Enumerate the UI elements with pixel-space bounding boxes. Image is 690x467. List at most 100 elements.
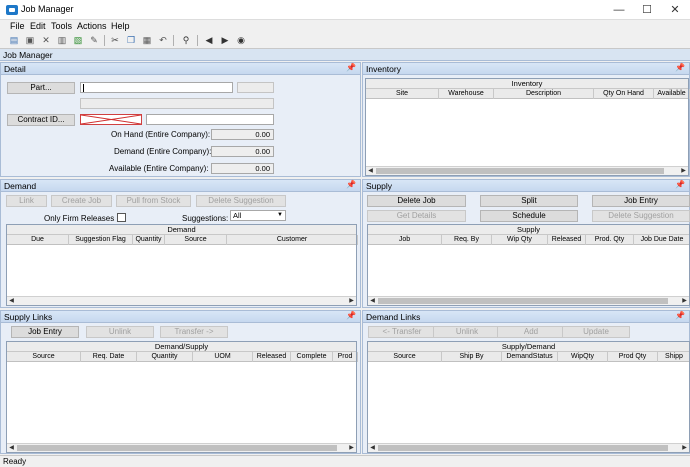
delete-icon[interactable]: ✕ <box>40 34 52 46</box>
col-source[interactable]: Source <box>368 352 442 362</box>
col-warehouse[interactable]: Warehouse <box>439 89 494 99</box>
menu-edit[interactable]: Edit <box>30 20 46 32</box>
delete-job-button[interactable]: Delete Job <box>367 195 466 207</box>
scroll-thumb[interactable] <box>376 168 664 174</box>
col-qty-on-hand[interactable]: Qty On Hand <box>594 89 654 99</box>
col-req-date[interactable]: Req. Date <box>81 352 137 362</box>
job-entry-button[interactable]: Job Entry <box>11 326 79 338</box>
col-wip-qty[interactable]: Wip Qty <box>492 235 548 245</box>
create-job-button[interactable]: Create Job <box>51 195 112 207</box>
col-source[interactable]: Source <box>165 235 227 245</box>
inventory-horizontal-scrollbar[interactable]: ◀ ▶ <box>366 166 688 175</box>
demand-links-grid[interactable]: Supply/Demand Source Ship By DemandStatu… <box>367 341 690 453</box>
job-entry-button[interactable]: Job Entry <box>592 195 690 207</box>
contract-id-error-input[interactable] <box>80 114 142 125</box>
col-prod[interactable]: Prod <box>333 352 358 362</box>
contract-id-button[interactable]: Contract ID... <box>7 114 75 126</box>
col-complete[interactable]: Complete <box>291 352 333 362</box>
col-available[interactable]: Available <box>654 89 690 99</box>
inventory-grid[interactable]: Inventory Site Warehouse Description Qty… <box>365 78 690 176</box>
scroll-right-icon[interactable]: ▶ <box>679 167 688 175</box>
only-firm-releases-checkbox[interactable] <box>117 213 126 222</box>
col-demand-status[interactable]: DemandStatus <box>502 352 558 362</box>
col-ship-by[interactable]: Ship By <box>442 352 502 362</box>
undo-icon[interactable]: ↶ <box>157 34 169 46</box>
pin-icon[interactable]: 📌 <box>675 311 685 320</box>
pin-icon[interactable]: 📌 <box>346 180 356 189</box>
search-icon[interactable]: ⚲ <box>180 34 192 46</box>
scroll-left-icon[interactable]: ◀ <box>7 297 16 305</box>
back-icon[interactable]: ◀ <box>203 34 215 46</box>
schedule-button[interactable]: Schedule <box>480 210 578 222</box>
new-icon[interactable]: ▤ <box>8 34 20 46</box>
scroll-thumb[interactable] <box>17 445 337 451</box>
suggestions-select[interactable]: All ▼ <box>230 210 286 221</box>
col-prod-qty[interactable]: Prod Qty <box>608 352 658 362</box>
demand-grid[interactable]: Demand Due Suggestion Flag Quantity Sour… <box>6 224 358 306</box>
col-job[interactable]: Job <box>368 235 442 245</box>
col-uom[interactable]: UOM <box>193 352 253 362</box>
unlink-button[interactable]: Unlink <box>86 326 154 338</box>
unlink-button[interactable]: Unlink <box>433 326 501 338</box>
col-req-by[interactable]: Req. By <box>442 235 492 245</box>
scroll-left-icon[interactable]: ◀ <box>366 167 375 175</box>
col-prod-qty[interactable]: Prod. Qty <box>586 235 634 245</box>
maximize-button[interactable]: ☐ <box>633 0 661 20</box>
supply-horizontal-scrollbar[interactable]: ◀ ▶ <box>368 296 689 305</box>
contract-description-input[interactable] <box>146 114 274 125</box>
demand-horizontal-scrollbar[interactable]: ◀ ▶ <box>7 296 356 305</box>
add-button[interactable]: Add <box>497 326 565 338</box>
demand-links-horizontal-scrollbar[interactable]: ◀ ▶ <box>368 443 689 452</box>
scroll-right-icon[interactable]: ▶ <box>347 444 356 452</box>
copy-icon[interactable]: ❐ <box>125 34 137 46</box>
scroll-right-icon[interactable]: ▶ <box>347 297 356 305</box>
delete-suggestion-button[interactable]: Delete Suggestion <box>196 195 286 207</box>
transfer-right-button[interactable]: Transfer -> <box>160 326 228 338</box>
pull-from-stock-button[interactable]: Pull from Stock <box>116 195 191 207</box>
delete-suggestion-button[interactable]: Delete Suggestion <box>592 210 690 222</box>
scroll-thumb[interactable] <box>378 445 668 451</box>
save-icon[interactable]: ▣ <box>24 34 36 46</box>
menu-help[interactable]: Help <box>111 20 130 32</box>
get-details-button[interactable]: Get Details <box>367 210 466 222</box>
menu-actions[interactable]: Actions <box>77 20 107 32</box>
menu-file[interactable]: File <box>10 20 25 32</box>
update-button[interactable]: Update <box>562 326 630 338</box>
col-quantity[interactable]: Quantity <box>133 235 165 245</box>
col-description[interactable]: Description <box>494 89 594 99</box>
paste-icon[interactable]: ▦ <box>141 34 153 46</box>
pin-icon[interactable]: 📌 <box>675 63 685 72</box>
scroll-thumb[interactable] <box>378 298 668 304</box>
scroll-right-icon[interactable]: ▶ <box>680 297 689 305</box>
refresh-icon[interactable]: ▧ <box>72 34 84 46</box>
minimize-button[interactable]: — <box>605 0 633 20</box>
supply-links-horizontal-scrollbar[interactable]: ◀ ▶ <box>7 443 356 452</box>
scroll-right-icon[interactable]: ▶ <box>680 444 689 452</box>
scroll-left-icon[interactable]: ◀ <box>7 444 16 452</box>
refresh-circle-icon[interactable]: ◉ <box>235 34 247 46</box>
col-shipped[interactable]: Shipp <box>658 352 690 362</box>
pin-icon[interactable]: 📌 <box>346 311 356 320</box>
cut-icon[interactable]: ✂ <box>109 34 121 46</box>
col-customer[interactable]: Customer <box>227 235 358 245</box>
pin-icon[interactable]: 📌 <box>675 180 685 189</box>
supply-links-grid[interactable]: Demand/Supply Source Req. Date Quantity … <box>6 341 358 453</box>
part-input[interactable] <box>80 82 233 93</box>
close-button[interactable]: ✕ <box>661 0 689 20</box>
col-wip-qty[interactable]: WipQty <box>558 352 608 362</box>
scroll-left-icon[interactable]: ◀ <box>368 444 377 452</box>
col-suggestion-flag[interactable]: Suggestion Flag <box>69 235 133 245</box>
col-quantity[interactable]: Quantity <box>137 352 193 362</box>
scroll-left-icon[interactable]: ◀ <box>368 297 377 305</box>
col-site[interactable]: Site <box>366 89 439 99</box>
attach-icon[interactable]: ▥ <box>56 34 68 46</box>
split-button[interactable]: Split <box>480 195 578 207</box>
pin-icon[interactable]: 📌 <box>346 63 356 72</box>
link-button[interactable]: Link <box>6 195 47 207</box>
forward-icon[interactable]: ▶ <box>219 34 231 46</box>
transfer-left-button[interactable]: <- Transfer <box>368 326 436 338</box>
menu-tools[interactable]: Tools <box>51 20 72 32</box>
col-due[interactable]: Due <box>7 235 69 245</box>
supply-grid[interactable]: Supply Job Req. By Wip Qty Released Prod… <box>367 224 690 306</box>
col-job-due-date[interactable]: Job Due Date <box>634 235 690 245</box>
